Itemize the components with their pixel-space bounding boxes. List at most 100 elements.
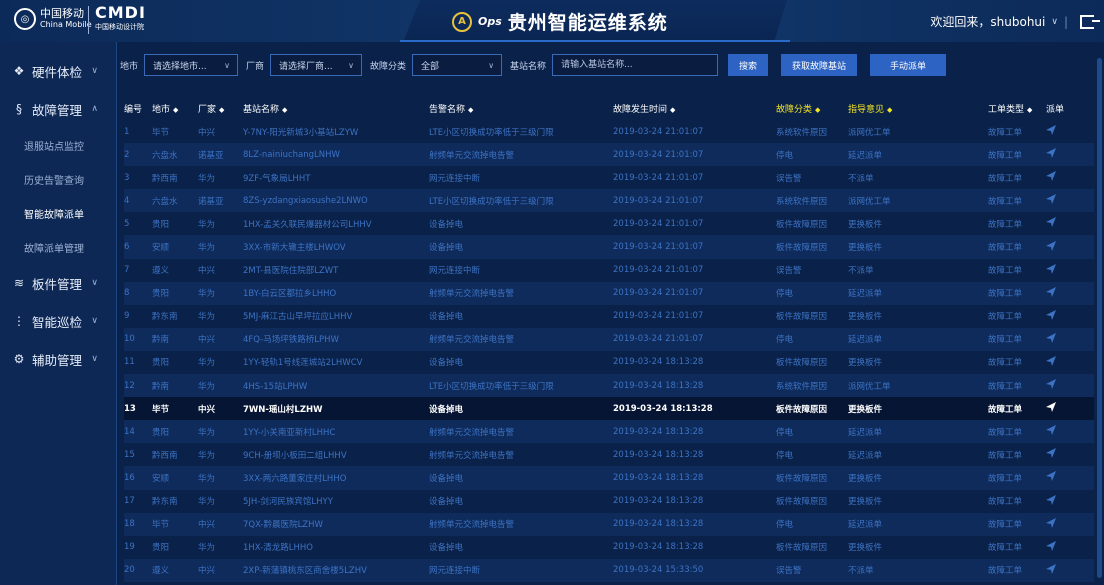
china-mobile-en: China Mobile bbox=[40, 20, 92, 29]
cell-time: 2019-03-24 18:13:28 bbox=[613, 380, 704, 391]
cell-guidance: 延迟派单 bbox=[848, 150, 883, 161]
chevron-down-icon[interactable]: ∨ bbox=[1051, 17, 1058, 27]
send-icon[interactable] bbox=[1046, 355, 1056, 366]
col-header-city[interactable]: 地市 ◆ bbox=[152, 96, 198, 120]
username[interactable]: shubohui bbox=[990, 15, 1045, 29]
cell-guidance: 派网优工单 bbox=[848, 127, 891, 138]
vendor-select[interactable]: 请选择厂商... ∨ bbox=[270, 54, 363, 76]
get-fault-stations-button[interactable]: 获取故障基站 bbox=[781, 54, 858, 76]
table-row[interactable]: 7 遵义 中兴 2MT-县医院住院部LZWT 网元连接中断 2019-03-24 21:0… bbox=[124, 259, 1094, 282]
cell-alarm: 射频单元交流掉电告警 bbox=[429, 520, 515, 531]
table-row[interactable]: 1 毕节 中兴 Y-7NY-阳光新城3小基站LZYW LTE小区切换成功率低于三级门限 2… bbox=[124, 120, 1094, 143]
send-icon[interactable] bbox=[1046, 494, 1056, 505]
cell-category: 停电 bbox=[776, 520, 794, 531]
send-icon[interactable] bbox=[1046, 448, 1056, 459]
col-header-station[interactable]: 基站名称 ◆ bbox=[243, 96, 429, 120]
sort-icon[interactable]: ◆ bbox=[219, 106, 224, 114]
send-icon[interactable] bbox=[1046, 286, 1056, 297]
send-icon[interactable] bbox=[1046, 171, 1056, 182]
table-row[interactable]: 14 贵阳 华为 1YY-小关南亚新村LHHC 射频单元交流掉电告警 2019-03-24… bbox=[124, 420, 1094, 444]
col-header-ticket-type[interactable]: 工单类型 ◆ bbox=[988, 96, 1046, 120]
sort-icon[interactable]: ◆ bbox=[468, 106, 473, 114]
scrollbar-thumb[interactable] bbox=[1097, 58, 1102, 578]
sidebar-group-assist[interactable]: ⚙ 辅助管理 ∨ bbox=[0, 340, 116, 378]
table-row[interactable]: 15 黔西南 华为 9CH-册坝小板田二组LHHV 射频单元交流掉电告警 2019-03-… bbox=[124, 443, 1094, 466]
sort-icon[interactable]: ◆ bbox=[670, 106, 675, 114]
table-row[interactable]: 13 毕节 中兴 7WN-瑶山村LZHW 设备掉电 2019-03-24 18:13:28… bbox=[124, 397, 1094, 421]
send-icon[interactable] bbox=[1046, 148, 1056, 159]
table-row[interactable]: 3 黔西南 华为 9ZF-气象局LHHT 网元连接中断 2019-03-24 21:01:… bbox=[124, 166, 1094, 189]
sort-icon[interactable]: ◆ bbox=[815, 106, 820, 114]
sidebar-group-hardware[interactable]: ❖ 硬件体检 ∨ bbox=[0, 52, 116, 90]
city-select-value: 请选择地市... bbox=[153, 61, 207, 72]
table-row[interactable]: 6 安顺 华为 3XX-市新大辙主楼LHWOV 设备掉电 2019-03-24 21:01… bbox=[124, 235, 1094, 259]
vertical-scrollbar[interactable] bbox=[1097, 54, 1102, 585]
cell-dispatch bbox=[1046, 513, 1094, 536]
table-row[interactable]: 9 黔东南 华为 5MJ-麻江古山早坪拉应LHHV 设备掉电 2019-03-24 21:… bbox=[124, 305, 1094, 328]
sidebar-group-inspect[interactable]: ⋮ 智能巡检 ∨ bbox=[0, 302, 116, 340]
table-row[interactable]: 5 贵阳 华为 1HX-孟关久联民爆器材公司LHHV 设备掉电 2019-03-24 21… bbox=[124, 212, 1094, 235]
send-icon[interactable] bbox=[1046, 240, 1056, 251]
cell-dispatch bbox=[1046, 282, 1094, 305]
table-row[interactable]: 17 黔东南 华为 5JH-剑河民族宾馆LHYY 设备掉电 2019-03-24 18:1… bbox=[124, 490, 1094, 513]
send-icon[interactable] bbox=[1046, 517, 1056, 528]
table-row[interactable]: 2 六盘水 诺基亚 8LZ-nainiuchangLNHW 射频单元交流掉电告警 2019… bbox=[124, 143, 1094, 167]
search-button[interactable]: 搜索 bbox=[728, 54, 769, 76]
station-search-input[interactable] bbox=[552, 54, 719, 76]
col-header-time[interactable]: 故障发生时间 ◆ bbox=[613, 96, 776, 120]
send-icon[interactable] bbox=[1046, 263, 1056, 274]
cell-time: 2019-03-24 18:13:28 bbox=[613, 542, 704, 553]
col-header-alarm[interactable]: 告警名称 ◆ bbox=[429, 96, 613, 120]
cell-station: 2MT-县医院住院部LZWT bbox=[243, 266, 339, 277]
send-icon[interactable] bbox=[1046, 332, 1056, 343]
table-row[interactable]: 18 毕节 中兴 7QX-黔晨医院LZHW 射频单元交流掉电告警 2019-03-24 1… bbox=[124, 512, 1094, 536]
send-icon[interactable] bbox=[1046, 540, 1056, 551]
table-row[interactable]: 4 六盘水 诺基亚 8ZS-yzdangxiaosushe2LNWO LTE小区切换成功… bbox=[124, 189, 1094, 213]
table-row[interactable]: 10 黔南 中兴 4FQ-马场坪铁路桥LPHW 射频单元交流掉电告警 2019-03-24… bbox=[124, 327, 1094, 351]
sidebar-item-outage-monitor[interactable]: 退服站点监控 bbox=[0, 128, 116, 162]
sort-icon[interactable]: ◆ bbox=[1027, 106, 1032, 114]
send-icon[interactable] bbox=[1046, 379, 1056, 390]
send-icon[interactable] bbox=[1046, 194, 1056, 205]
cell-id: 1 bbox=[124, 126, 130, 137]
cell-ticket-type: 故障工单 bbox=[988, 473, 1023, 484]
sidebar-item-history-alarm[interactable]: 历史告警查询 bbox=[0, 162, 116, 196]
table-row[interactable]: 16 安顺 华为 3XX-两六路董家庄村LHHO 设备掉电 2019-03-24 18:1… bbox=[124, 466, 1094, 490]
top-header: ◎ 中国移动 China Mobile CMDI 中国移动设计院 A Ops 贵… bbox=[0, 0, 1104, 42]
sort-icon[interactable]: ◆ bbox=[173, 106, 178, 114]
sort-icon[interactable]: ◆ bbox=[887, 106, 892, 114]
send-icon[interactable] bbox=[1046, 125, 1056, 136]
table-row[interactable]: 8 贵阳 华为 1BY-白云区都拉乡LHHO 射频单元交流掉电告警 2019-03-24 … bbox=[124, 281, 1094, 305]
category-select[interactable]: 全部 ∨ bbox=[412, 54, 503, 76]
sidebar-group-fault[interactable]: § 故障管理 ∧ bbox=[0, 90, 116, 128]
col-header-vendor[interactable]: 厂家 ◆ bbox=[198, 96, 243, 120]
send-icon[interactable] bbox=[1046, 309, 1056, 320]
logout-icon[interactable] bbox=[1080, 14, 1100, 29]
sort-icon[interactable]: ◆ bbox=[282, 106, 287, 114]
sidebar-group-board[interactable]: ≋ 板件管理 ∨ bbox=[0, 264, 116, 302]
cell-alarm: 网元连接中断 bbox=[429, 566, 481, 577]
send-icon[interactable] bbox=[1046, 217, 1056, 228]
table-row[interactable]: 19 贵阳 华为 1HX-清龙路LHHO 设备掉电 2019-03-24 18:13:28… bbox=[124, 536, 1094, 559]
cell-dispatch bbox=[1046, 490, 1094, 513]
send-icon[interactable] bbox=[1046, 563, 1056, 574]
city-select[interactable]: 请选择地市... ∨ bbox=[144, 54, 239, 76]
send-icon[interactable] bbox=[1046, 425, 1056, 436]
cell-alarm: 射频单元交流掉电告警 bbox=[429, 150, 515, 161]
cell-guidance: 更换板件 bbox=[848, 404, 883, 415]
user-menu[interactable]: 欢迎回来， shubohui ∨ | bbox=[930, 13, 1100, 30]
sidebar-item-dispatch-manage[interactable]: 故障派单管理 bbox=[0, 230, 116, 264]
table-row[interactable]: 12 黔南 华为 4HS-15站LPHW LTE小区切换成功率低于三级门限 2019-03… bbox=[124, 374, 1094, 398]
cell-city: 遵义 bbox=[152, 266, 170, 277]
cell-category: 板件故障原因 bbox=[776, 243, 828, 254]
sidebar-item-smart-dispatch[interactable]: 智能故障派单 bbox=[0, 196, 116, 230]
table-row[interactable]: 20 遵义 中兴 2XP-新蒲镇桃东区商舍楼5LZHV 网元连接中断 2019-03-24… bbox=[124, 558, 1094, 582]
send-icon[interactable] bbox=[1046, 471, 1056, 482]
table-row[interactable]: 11 贵阳 华为 1YY-轻轨1号线莲城站2LHWCV 设备掉电 2019-03-24 1… bbox=[124, 351, 1094, 374]
col-header-guidance[interactable]: 指导意见 ◆ bbox=[848, 96, 988, 120]
aops-label: Ops bbox=[478, 15, 502, 28]
cell-ticket-type: 故障工单 bbox=[988, 520, 1023, 531]
send-icon[interactable] bbox=[1046, 402, 1056, 413]
manual-dispatch-button[interactable]: 手动派单 bbox=[870, 54, 947, 76]
col-header-category[interactable]: 故障分类 ◆ bbox=[776, 96, 848, 120]
